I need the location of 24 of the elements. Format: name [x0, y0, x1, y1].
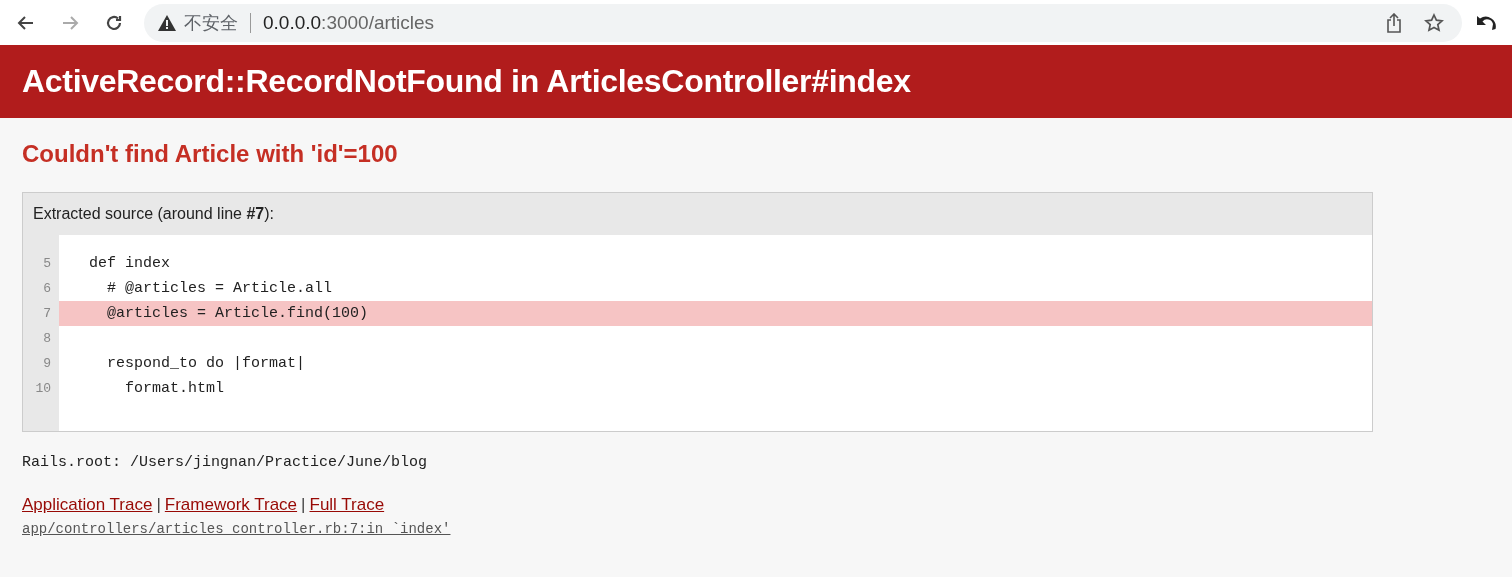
trace-link[interactable]: Framework Trace — [164, 495, 298, 515]
code-line: format.html — [124, 379, 226, 399]
line-number: 10 — [34, 380, 52, 398]
separator: | — [156, 495, 161, 515]
line-number: 5 — [42, 255, 52, 273]
line-number: 9 — [42, 355, 52, 373]
separator: | — [301, 495, 306, 515]
warning-icon — [158, 14, 176, 31]
source-heading: Extracted source (around line #7): — [33, 205, 275, 223]
code-line: respond_to do |format| — [106, 354, 307, 374]
line-number: 7 — [42, 305, 52, 323]
security-label: 不安全 — [184, 11, 238, 35]
url-text: 0.0.0.0:3000/articles — [263, 11, 436, 34]
code-line: def index — [88, 254, 172, 274]
trace-line-link[interactable]: app/controllers/articles_controller.rb:7:in `index' — [22, 521, 451, 537]
rails-root: Rails.root: /Users/jingnan/Practice/June/blog — [22, 454, 429, 471]
error-message: Couldn't find Article with 'id'=100 — [22, 140, 399, 168]
error-title: ActiveRecord::RecordNotFound in ArticlesController#index — [22, 63, 911, 100]
line-number: 6 — [42, 280, 52, 298]
trace-link[interactable]: Full Trace — [309, 495, 385, 515]
address-bar[interactable]: 不安全 0.0.0.0:3000/articles — [144, 3, 1462, 42]
trace-link[interactable]: Application Trace — [22, 495, 153, 515]
line-number: 8 — [42, 330, 52, 348]
code-line: # @articles = Article.all — [106, 279, 334, 299]
